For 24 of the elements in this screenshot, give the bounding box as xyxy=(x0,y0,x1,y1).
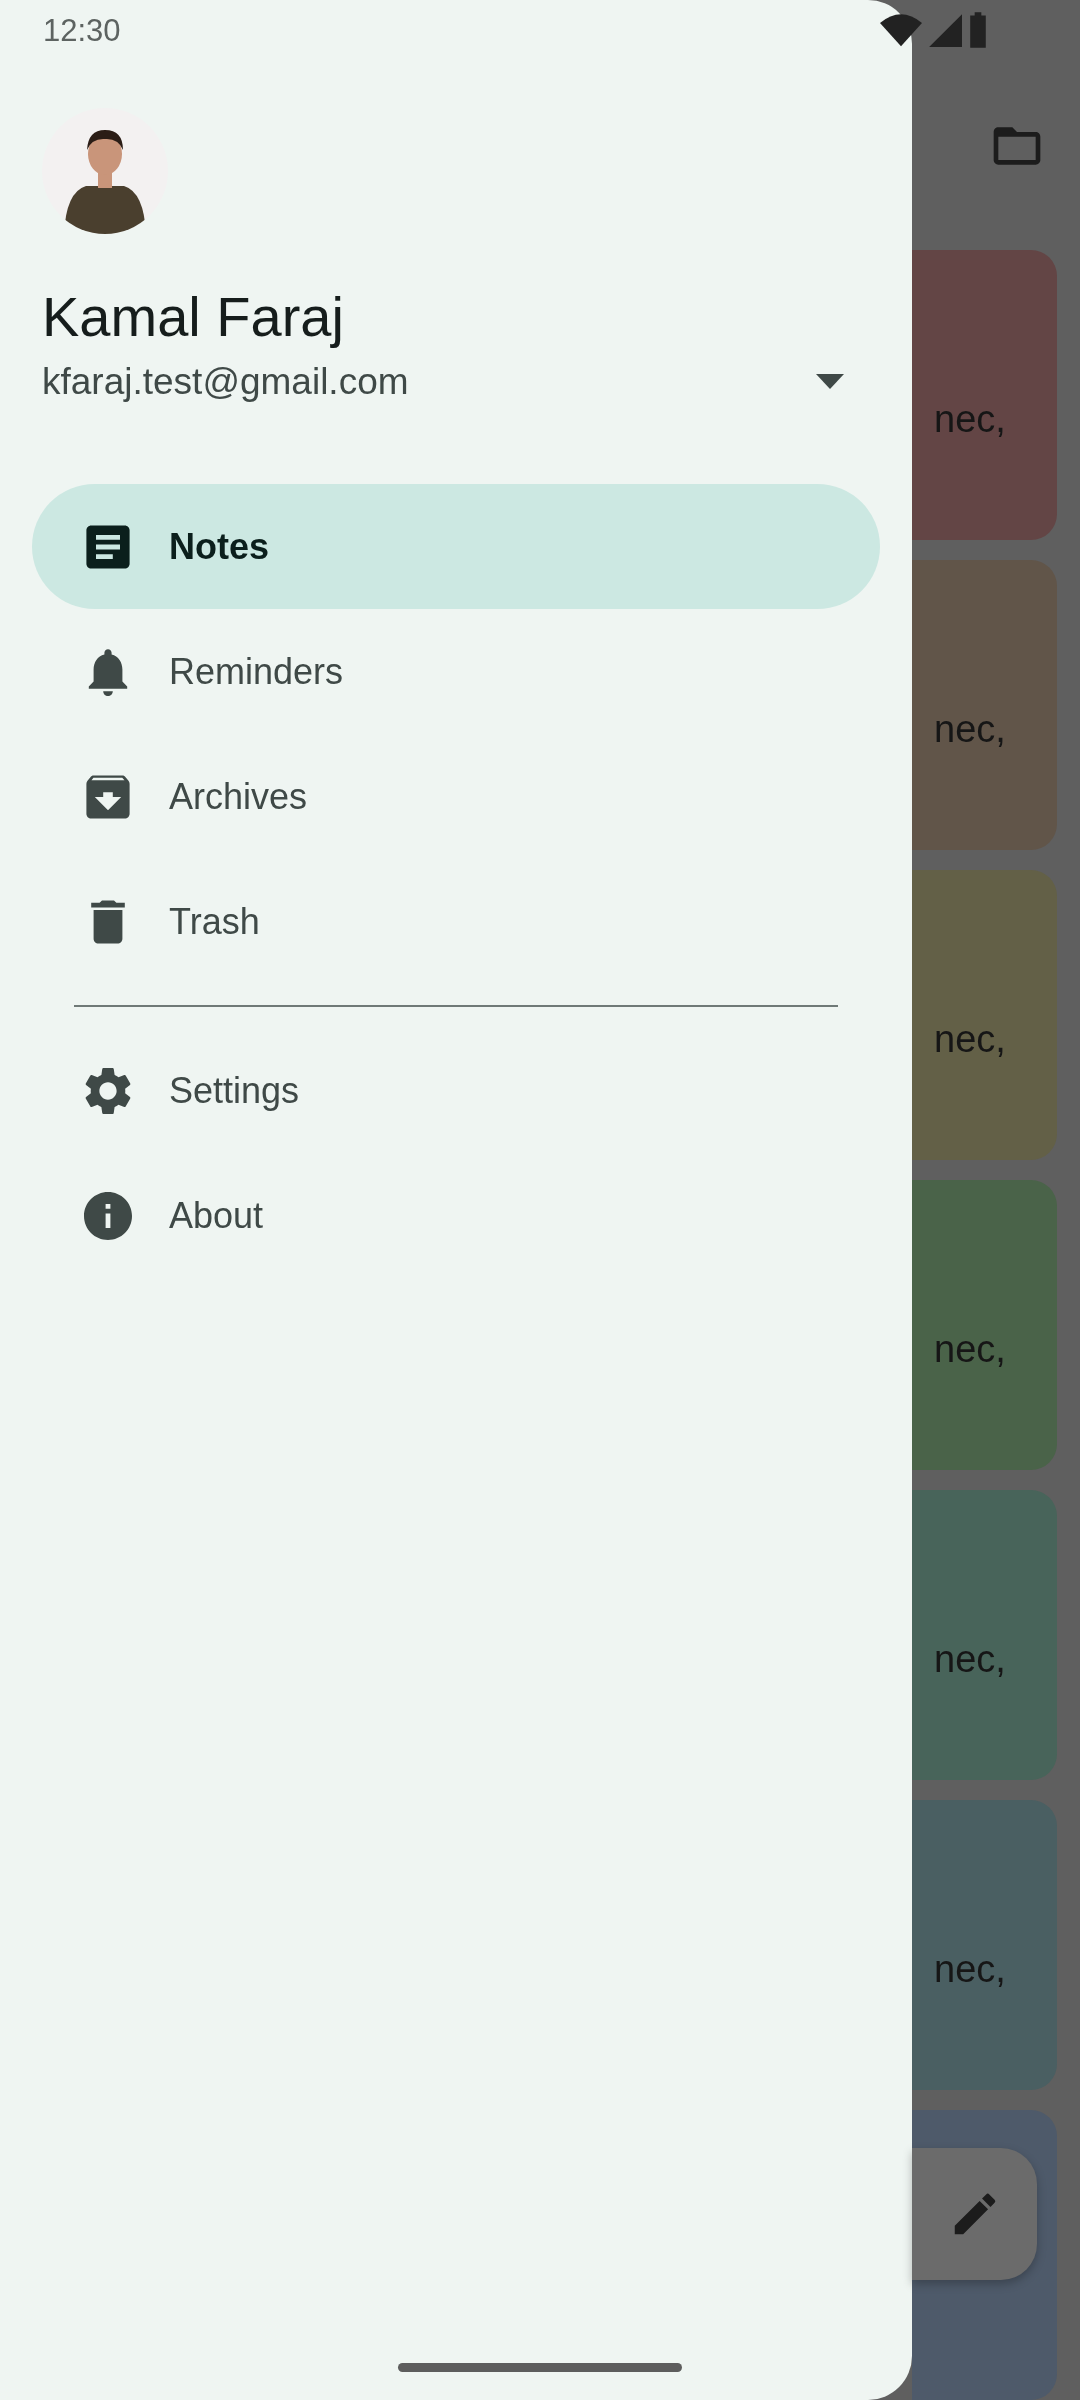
nav-item[interactable]: Reminders xyxy=(32,609,880,734)
account-name: Kamal Faraj xyxy=(42,284,345,350)
nav-item[interactable]: Notes xyxy=(32,484,880,609)
note-text: nec, xyxy=(934,398,1006,440)
note-text: nec, xyxy=(934,1638,1006,1680)
nav-item[interactable]: About xyxy=(32,1153,880,1278)
status-time: 12:30 xyxy=(43,13,121,49)
note-text: nec, xyxy=(934,1948,1006,1990)
account-email: kfaraj.test@gmail.com xyxy=(42,360,409,404)
note-card[interactable] xyxy=(912,2110,1057,2400)
compose-button[interactable] xyxy=(912,2148,1037,2280)
wifi-icon xyxy=(880,12,922,48)
nav-item[interactable]: Settings xyxy=(32,1028,880,1153)
settings-icon xyxy=(84,1066,132,1115)
notes-icon xyxy=(84,522,132,571)
note-text: nec, xyxy=(934,1018,1006,1060)
nav-item[interactable]: Trash xyxy=(32,859,880,984)
info-icon xyxy=(84,1191,132,1240)
note-text: nec, xyxy=(934,1328,1006,1370)
signal-icon xyxy=(928,12,962,48)
battery-icon xyxy=(968,12,988,48)
nav-item[interactable]: Archives xyxy=(32,734,880,859)
note-text: nec, xyxy=(934,708,1006,750)
archive-box-icon xyxy=(84,772,132,821)
